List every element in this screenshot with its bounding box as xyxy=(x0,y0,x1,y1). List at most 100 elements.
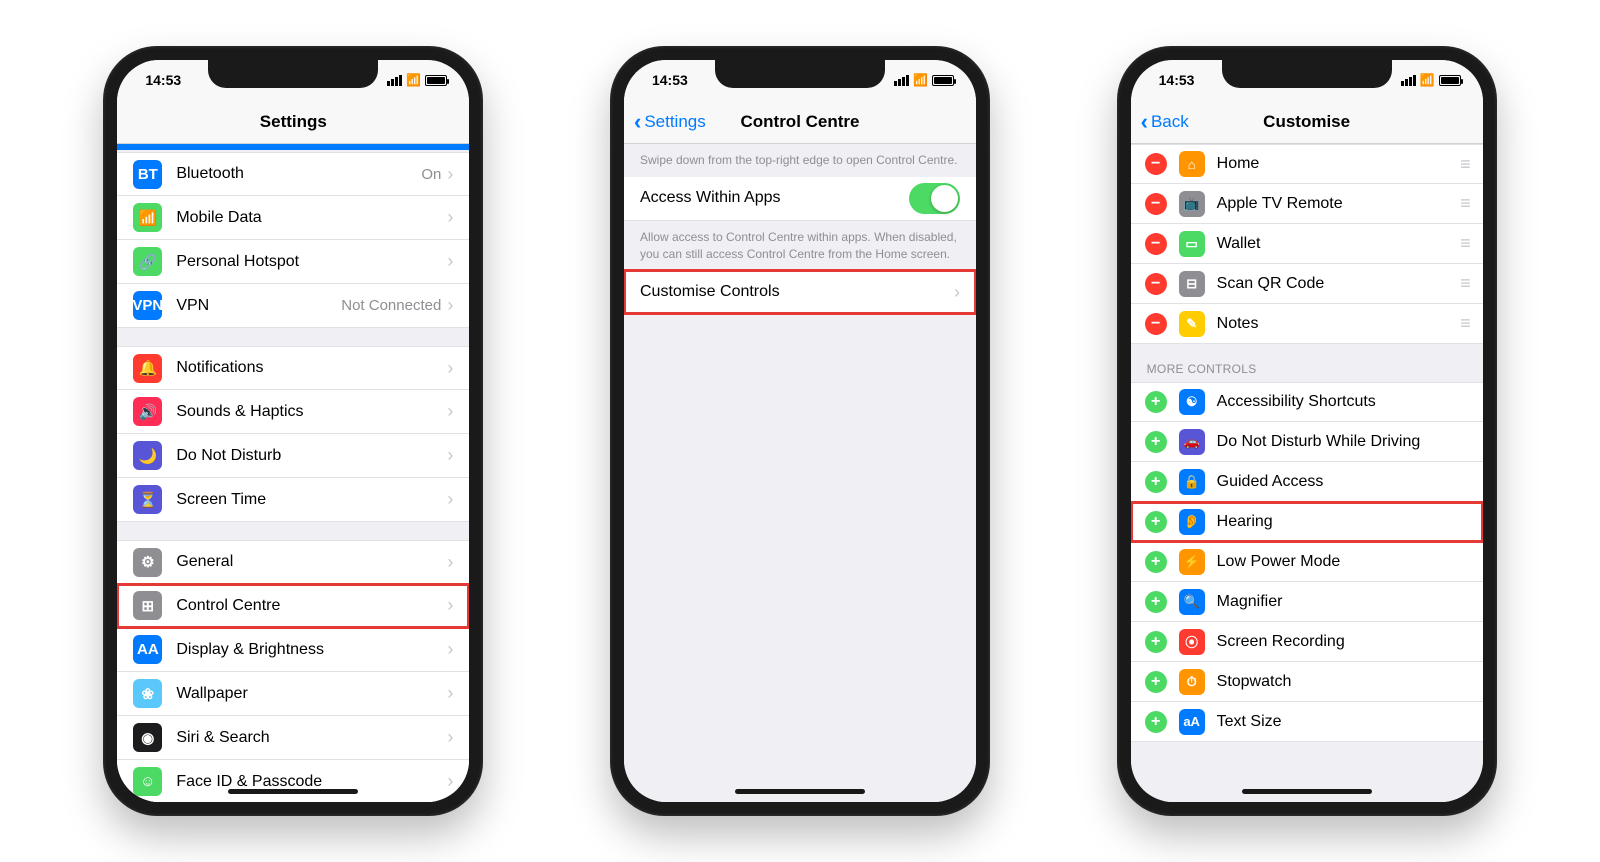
chevron-right-icon: › xyxy=(447,552,453,573)
row-icon: ▭ xyxy=(1179,231,1205,257)
row-label: Sounds & Haptics xyxy=(176,403,447,421)
row-icon: ⚡ xyxy=(1179,549,1205,575)
settings-row-general[interactable]: ⚙ General › xyxy=(117,540,469,584)
chevron-left-icon: ‹ xyxy=(634,111,641,133)
settings-row-personal-hotspot[interactable]: 🔗 Personal Hotspot › xyxy=(117,240,469,284)
add-button[interactable]: + xyxy=(1145,591,1167,613)
chevron-left-icon: ‹ xyxy=(1141,111,1148,133)
settings-row-wallpaper[interactable]: ❀ Wallpaper › xyxy=(117,672,469,716)
settings-row-screen-time[interactable]: ⏳ Screen Time › xyxy=(117,478,469,522)
row-label: Face ID & Passcode xyxy=(176,773,447,791)
chevron-right-icon: › xyxy=(447,358,453,379)
status-time: 14:53 xyxy=(145,72,181,88)
add-button[interactable]: + xyxy=(1145,391,1167,413)
chevron-right-icon: › xyxy=(447,445,453,466)
remove-button[interactable]: − xyxy=(1145,153,1167,175)
drag-handle-icon[interactable]: ≡ xyxy=(1460,273,1469,294)
signal-icon xyxy=(387,75,402,86)
home-indicator[interactable] xyxy=(228,789,358,794)
row-label: Do Not Disturb While Driving xyxy=(1217,433,1469,451)
row-label: Display & Brightness xyxy=(176,641,447,659)
settings-row-sounds-haptics[interactable]: 🔊 Sounds & Haptics › xyxy=(117,390,469,434)
more-row-hearing[interactable]: + 👂 Hearing xyxy=(1131,502,1483,542)
included-row-apple-tv-remote[interactable]: − 📺 Apple TV Remote ≡ xyxy=(1131,184,1483,224)
back-button[interactable]: ‹ Back xyxy=(1141,111,1189,133)
more-row-magnifier[interactable]: + 🔍 Magnifier xyxy=(1131,582,1483,622)
row-label: Customise Controls xyxy=(640,283,954,301)
add-button[interactable]: + xyxy=(1145,471,1167,493)
add-button[interactable]: + xyxy=(1145,431,1167,453)
remove-button[interactable]: − xyxy=(1145,273,1167,295)
add-button[interactable]: + xyxy=(1145,671,1167,693)
more-row-accessibility-shortcuts[interactable]: + ☯ Accessibility Shortcuts xyxy=(1131,382,1483,422)
add-button[interactable]: + xyxy=(1145,711,1167,733)
settings-row-display-brightness[interactable]: AA Display & Brightness › xyxy=(117,628,469,672)
row-icon: ⏳ xyxy=(133,485,162,514)
drag-handle-icon[interactable]: ≡ xyxy=(1460,154,1469,175)
notch xyxy=(208,60,378,88)
chevron-right-icon: › xyxy=(447,207,453,228)
more-row-low-power-mode[interactable]: + ⚡ Low Power Mode xyxy=(1131,542,1483,582)
settings-row-control-centre[interactable]: ⊞ Control Centre › xyxy=(117,584,469,628)
remove-button[interactable]: − xyxy=(1145,193,1167,215)
add-button[interactable]: + xyxy=(1145,631,1167,653)
settings-row-siri-search[interactable]: ◉ Siri & Search › xyxy=(117,716,469,760)
back-button[interactable]: ‹ Settings xyxy=(634,111,706,133)
settings-row-bluetooth[interactable]: BT Bluetooth On › xyxy=(117,152,469,196)
add-button[interactable]: + xyxy=(1145,511,1167,533)
row-icon: ⌂ xyxy=(1179,151,1205,177)
settings-row-notifications[interactable]: 🔔 Notifications › xyxy=(117,346,469,390)
row-label: Do Not Disturb xyxy=(176,447,447,465)
included-row-scan-qr-code[interactable]: − ⊟ Scan QR Code ≡ xyxy=(1131,264,1483,304)
drag-handle-icon[interactable]: ≡ xyxy=(1460,193,1469,214)
battery-icon xyxy=(932,75,954,86)
more-row-text-size[interactable]: + aA Text Size xyxy=(1131,702,1483,742)
nav-title: Settings xyxy=(260,112,327,132)
settings-list[interactable]: BT Bluetooth On › 📶 Mobile Data › 🔗 Pers… xyxy=(117,144,469,802)
settings-row-vpn[interactable]: VPN VPN Not Connected › xyxy=(117,284,469,328)
included-row-wallet[interactable]: − ▭ Wallet ≡ xyxy=(1131,224,1483,264)
home-indicator[interactable] xyxy=(1242,789,1372,794)
settings-row-do-not-disturb[interactable]: 🌙 Do Not Disturb › xyxy=(117,434,469,478)
notch xyxy=(715,60,885,88)
add-button[interactable]: + xyxy=(1145,551,1167,573)
row-label: Personal Hotspot xyxy=(176,253,447,271)
chevron-right-icon: › xyxy=(447,401,453,422)
status-icons: 📶 xyxy=(1401,73,1461,87)
control-centre-content[interactable]: Swipe down from the top-right edge to op… xyxy=(624,144,976,802)
row-label: Wallet xyxy=(1217,235,1460,253)
row-label: Bluetooth xyxy=(176,165,421,183)
more-row-guided-access[interactable]: + 🔒 Guided Access xyxy=(1131,462,1483,502)
drag-handle-icon[interactable]: ≡ xyxy=(1460,313,1469,334)
settings-row-face-id-passcode[interactable]: ☺ Face ID & Passcode › xyxy=(117,760,469,802)
access-within-apps-row[interactable]: Access Within Apps xyxy=(624,177,976,221)
drag-handle-icon[interactable]: ≡ xyxy=(1460,233,1469,254)
row-label: Stopwatch xyxy=(1217,673,1469,691)
row-icon: 🔔 xyxy=(133,354,162,383)
row-icon: 📺 xyxy=(1179,191,1205,217)
included-row-home[interactable]: − ⌂ Home ≡ xyxy=(1131,144,1483,184)
nav-title: Customise xyxy=(1263,112,1350,132)
row-icon: 🔗 xyxy=(133,247,162,276)
access-toggle[interactable] xyxy=(909,183,960,214)
row-label: Magnifier xyxy=(1217,593,1469,611)
customise-controls-row[interactable]: Customise Controls › xyxy=(624,270,976,314)
row-label: Siri & Search xyxy=(176,729,447,747)
screen: 14:53 📶 ‹ Back Customise − ⌂ Home ≡ − 📺 … xyxy=(1131,60,1483,802)
home-indicator[interactable] xyxy=(735,789,865,794)
nav-bar: Settings xyxy=(117,100,469,144)
more-row-screen-recording[interactable]: + ⦿ Screen Recording xyxy=(1131,622,1483,662)
row-detail: On xyxy=(421,166,441,183)
remove-button[interactable]: − xyxy=(1145,313,1167,335)
remove-button[interactable]: − xyxy=(1145,233,1167,255)
row-label: Scan QR Code xyxy=(1217,275,1460,293)
more-row-do-not-disturb-while-driving[interactable]: + 🚗 Do Not Disturb While Driving xyxy=(1131,422,1483,462)
more-row-stopwatch[interactable]: + ⏱ Stopwatch xyxy=(1131,662,1483,702)
customise-content[interactable]: − ⌂ Home ≡ − 📺 Apple TV Remote ≡ − ▭ Wal… xyxy=(1131,144,1483,802)
nav-title: Control Centre xyxy=(740,112,859,132)
settings-row-mobile-data[interactable]: 📶 Mobile Data › xyxy=(117,196,469,240)
row-icon: 🌙 xyxy=(133,441,162,470)
chevron-right-icon: › xyxy=(447,251,453,272)
included-row-notes[interactable]: − ✎ Notes ≡ xyxy=(1131,304,1483,344)
row-label: VPN xyxy=(176,297,341,315)
